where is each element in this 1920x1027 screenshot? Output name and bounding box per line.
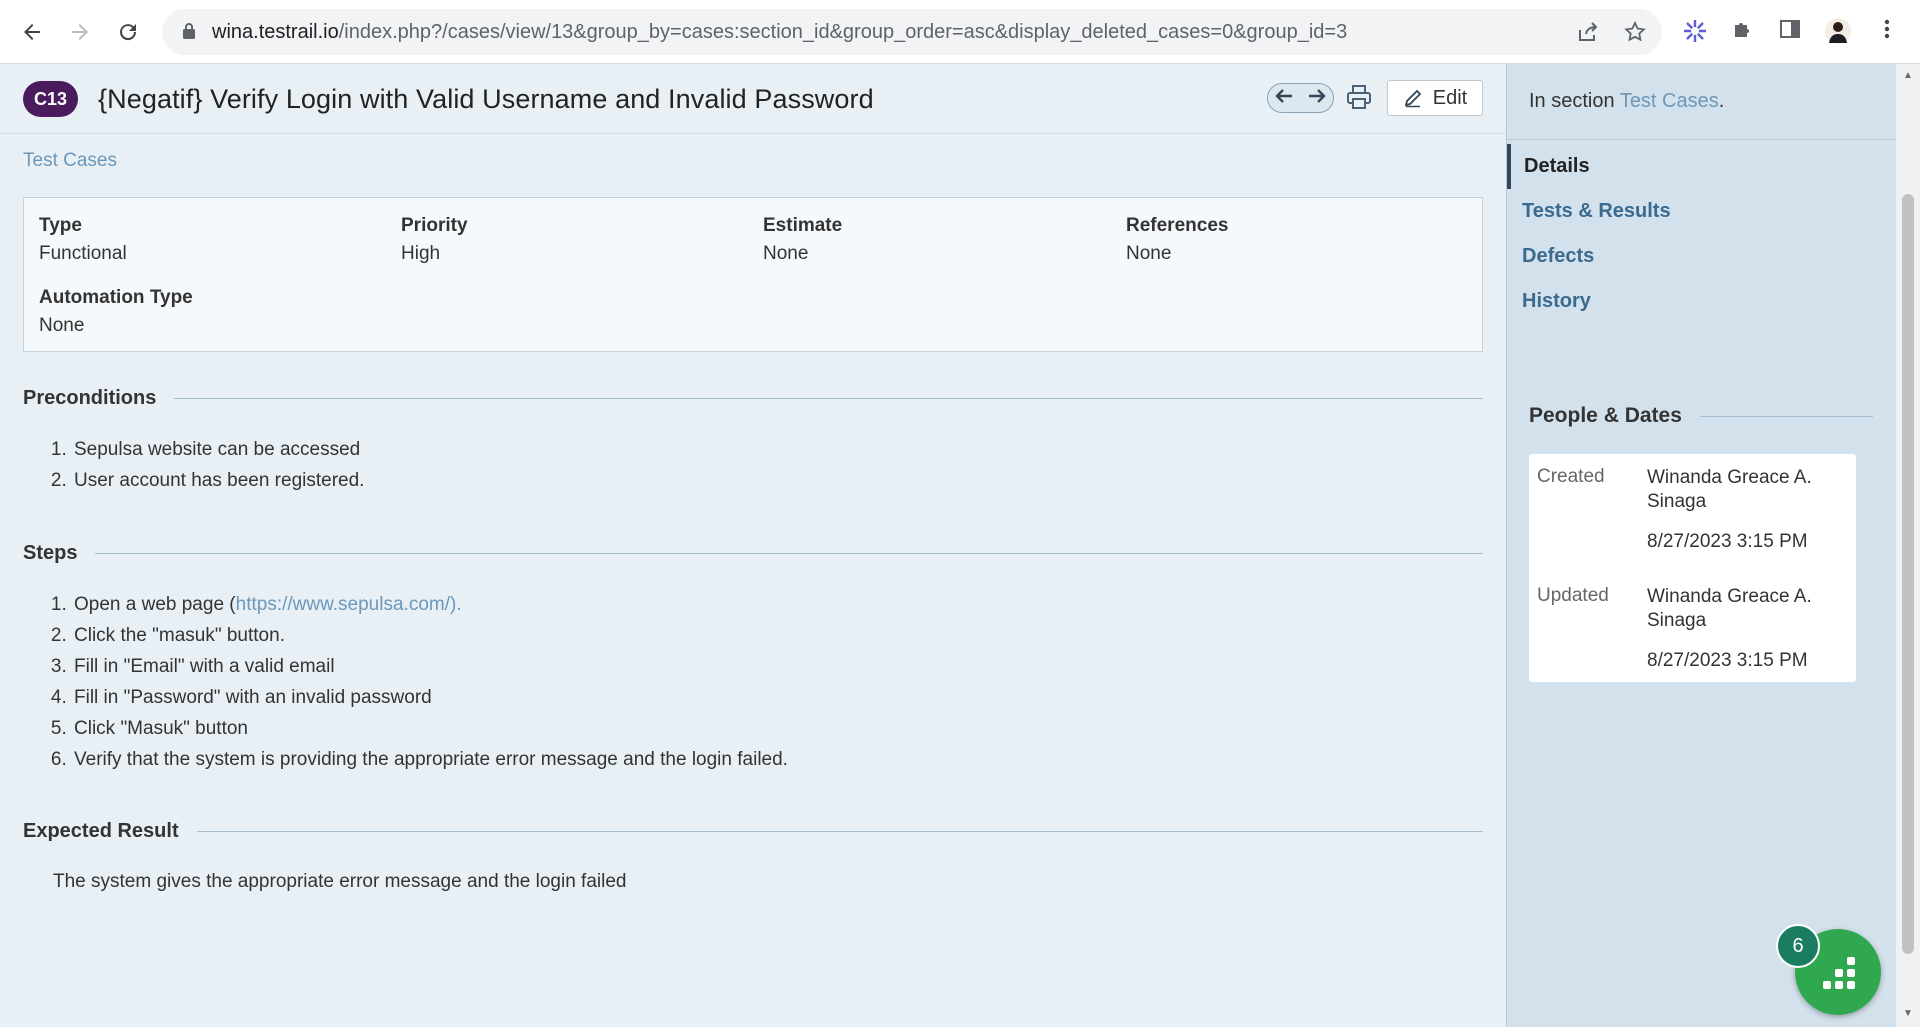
sidebar-nav: Details Tests & Results Defects History xyxy=(1507,144,1897,324)
people-dates-heading: People & Dates xyxy=(1529,404,1873,428)
list-item: Fill in "Password" with an invalid passw… xyxy=(72,682,788,713)
reload-icon[interactable] xyxy=(108,12,148,52)
field-value: None xyxy=(39,315,85,336)
expected-result-heading: Expected Result xyxy=(23,820,1483,843)
edit-button-label: Edit xyxy=(1432,86,1468,109)
page-title: {Negatif} Verify Login with Valid Userna… xyxy=(98,84,874,114)
browser-toolbar: wina.testrail.io/index.php?/cases/view/1… xyxy=(0,0,1920,64)
field-label: References xyxy=(1126,215,1229,236)
people-dates-panel: Created Winanda Greace A. Sinaga 8/27/20… xyxy=(1529,454,1856,682)
bookmark-star-icon[interactable] xyxy=(1622,20,1648,46)
breadcrumb[interactable]: Test Cases xyxy=(23,150,117,172)
lock-icon xyxy=(183,23,195,39)
list-item: Fill in "Email" with a valid email xyxy=(72,651,788,682)
case-fields-panel: Type Functional Priority High Estimate N… xyxy=(23,197,1483,352)
sidebar-item-details[interactable]: Details xyxy=(1507,144,1897,189)
updated-label: Updated xyxy=(1537,585,1609,606)
field-value: High xyxy=(401,243,441,264)
chrome-menu-icon[interactable] xyxy=(1872,17,1902,47)
field-label: Priority xyxy=(401,215,468,236)
page-scrollbar[interactable]: ▲ ▼ xyxy=(1896,64,1920,1027)
forward-arrow-icon[interactable] xyxy=(60,12,100,52)
created-by: Winanda Greace A. Sinaga xyxy=(1647,467,1812,512)
sidebar-item-history[interactable]: History xyxy=(1507,279,1897,324)
list-item: Sepulsa website can be accessed xyxy=(72,434,364,465)
field-automation-type: Automation Type None xyxy=(39,287,193,337)
extensions-puzzle-icon[interactable] xyxy=(1728,17,1758,47)
preconditions-list: Sepulsa website can be accessed User acc… xyxy=(72,434,364,496)
side-panel-icon[interactable] xyxy=(1775,17,1805,47)
section-info: In section Test Cases. xyxy=(1529,90,1725,112)
created-label: Created xyxy=(1537,466,1605,487)
updated-by: Winanda Greace A. Sinaga xyxy=(1647,586,1812,631)
list-item: Open a web page (https://www.sepulsa.com… xyxy=(72,589,788,620)
list-item: User account has been registered. xyxy=(72,465,364,496)
field-value: Functional xyxy=(39,243,127,264)
case-title-bar: C13 {Negatif} Verify Login with Valid Us… xyxy=(0,64,1506,134)
updated-date: 8/27/2023 3:15 PM xyxy=(1647,650,1808,671)
created-date: 8/27/2023 3:15 PM xyxy=(1647,531,1808,552)
profile-avatar[interactable] xyxy=(1823,17,1853,47)
field-value: None xyxy=(1126,243,1172,264)
sidebar-item-defects[interactable]: Defects xyxy=(1507,234,1897,279)
section-link[interactable]: Test Cases xyxy=(1620,90,1719,112)
list-item: Verify that the system is providing the … xyxy=(72,744,788,775)
grid-dots-icon xyxy=(1823,957,1855,989)
field-label: Estimate xyxy=(763,215,843,236)
list-item: Click "Masuk" button xyxy=(72,713,788,744)
address-bar[interactable]: wina.testrail.io/index.php?/cases/view/1… xyxy=(162,9,1662,55)
field-references: References None xyxy=(1126,215,1228,265)
field-label: Type xyxy=(39,215,82,236)
field-value: None xyxy=(763,243,809,264)
scroll-thumb[interactable] xyxy=(1902,194,1914,954)
expected-result-text: The system gives the appropriate error m… xyxy=(53,871,627,892)
sidebar: In section Test Cases. Details Tests & R… xyxy=(1506,64,1897,1027)
url-text: wina.testrail.io/index.php?/cases/view/1… xyxy=(212,21,1348,43)
edit-button[interactable]: Edit xyxy=(1387,80,1483,116)
field-priority: Priority High xyxy=(401,215,468,265)
scroll-down-icon[interactable]: ▼ xyxy=(1902,1008,1914,1020)
steps-heading: Steps xyxy=(23,542,1483,565)
sepulsa-link[interactable]: https://www.sepulsa.com/). xyxy=(236,594,462,615)
extension-sparkle-icon[interactable] xyxy=(1680,17,1710,47)
share-icon[interactable] xyxy=(1575,20,1601,46)
back-arrow-icon[interactable] xyxy=(12,12,52,52)
next-case-arrow-icon[interactable] xyxy=(1308,87,1326,110)
case-main-content: C13 {Negatif} Verify Login with Valid Us… xyxy=(0,64,1506,1027)
scroll-up-icon[interactable]: ▲ xyxy=(1902,70,1914,82)
case-id-badge: C13 xyxy=(23,81,78,117)
sidebar-item-tests-results[interactable]: Tests & Results xyxy=(1507,189,1897,234)
field-type: Type Functional xyxy=(39,215,127,265)
case-navigation xyxy=(1267,83,1334,113)
field-estimate: Estimate None xyxy=(763,215,842,265)
pencil-icon xyxy=(1404,89,1422,108)
print-icon[interactable] xyxy=(1345,84,1373,112)
list-item: Click the "masuk" button. xyxy=(72,620,788,651)
steps-list: Open a web page (https://www.sepulsa.com… xyxy=(72,589,788,775)
field-label: Automation Type xyxy=(39,287,193,308)
divider xyxy=(1507,139,1897,140)
notification-count-badge: 6 xyxy=(1776,924,1820,968)
previous-case-arrow-icon[interactable] xyxy=(1275,87,1293,110)
preconditions-heading: Preconditions xyxy=(23,387,1483,410)
